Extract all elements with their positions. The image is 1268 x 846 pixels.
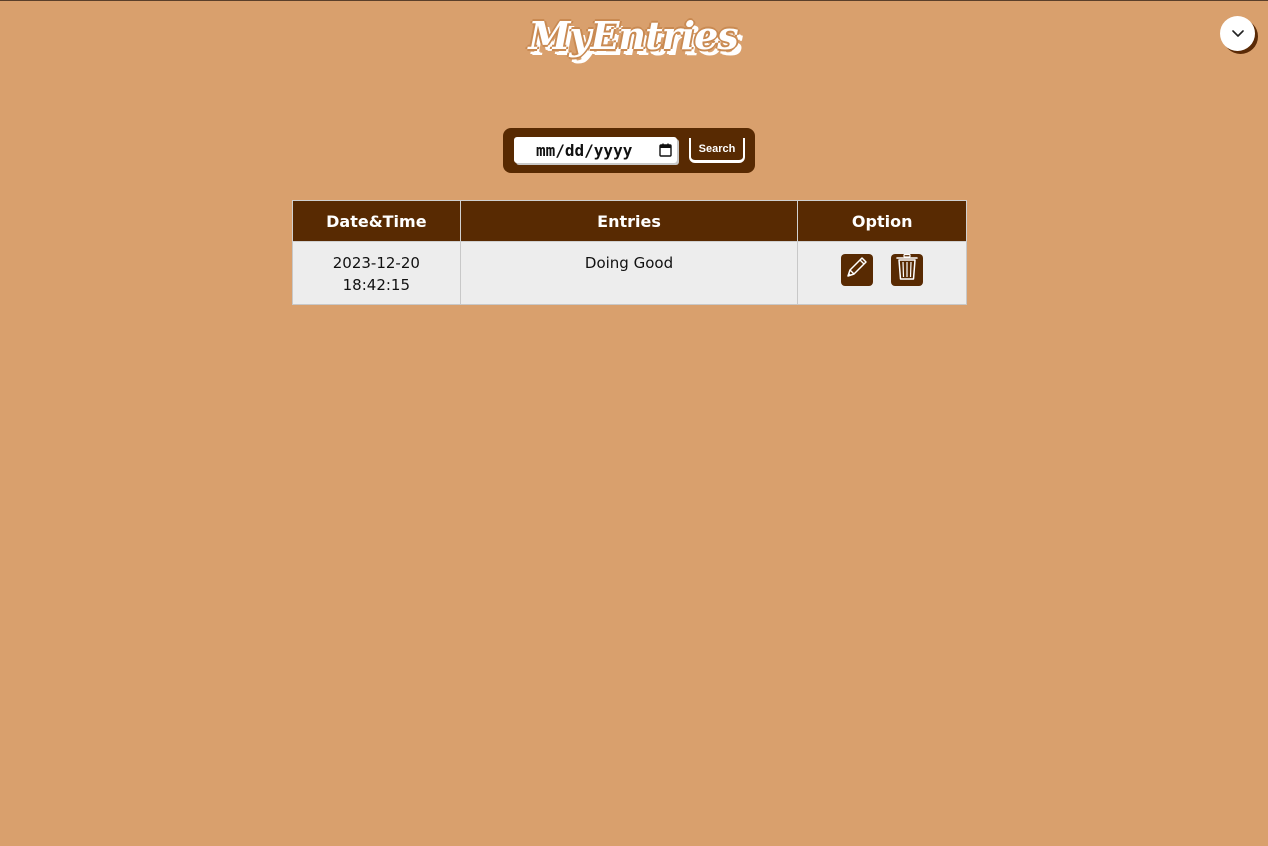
- column-header-entries: Entries: [459, 200, 799, 242]
- menu-toggle-button[interactable]: [1220, 16, 1255, 51]
- table-header-row: Date&Time Entries Option: [292, 200, 967, 242]
- entry-time: 18:42:15: [342, 276, 411, 294]
- chevron-down-icon: [1231, 25, 1244, 43]
- option-buttons: [802, 252, 962, 286]
- pencil-icon: [844, 254, 870, 286]
- table-row: 2023-12-20 18:42:15 Doing Good: [292, 241, 967, 305]
- option-cell: [797, 241, 967, 305]
- logo: MyEntries: [528, 13, 738, 58]
- trash-icon: [894, 253, 920, 287]
- datetime-cell: 2023-12-20 18:42:15: [292, 241, 461, 305]
- date-input[interactable]: mm/dd/yyyy: [514, 137, 677, 163]
- edit-button[interactable]: [841, 254, 874, 286]
- delete-button[interactable]: [891, 253, 924, 287]
- date-input-placeholder: mm/dd/yyyy: [536, 140, 633, 160]
- search-button[interactable]: Search: [689, 138, 745, 163]
- calendar-icon[interactable]: [659, 142, 672, 161]
- search-bar: mm/dd/yyyy Search: [503, 128, 755, 173]
- entries-table: Date&Time Entries Option 2023-12-20 18:4…: [292, 200, 967, 305]
- entry-date: 2023-12-20: [332, 254, 420, 272]
- column-header-option: Option: [797, 200, 967, 242]
- entry-cell: Doing Good: [459, 241, 799, 305]
- column-header-datetime: Date&Time: [292, 200, 461, 242]
- page: MyEntries mm/dd/yyyy Search Date&Time En…: [0, 0, 1268, 846]
